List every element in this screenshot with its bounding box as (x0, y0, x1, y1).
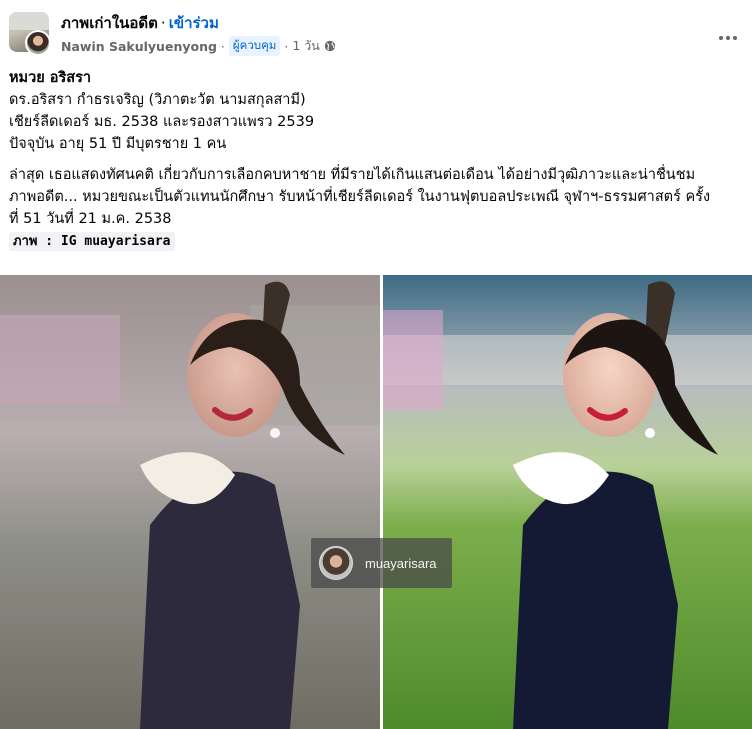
group-name-link[interactable]: ภาพเก่าในอดีต (61, 11, 158, 35)
post-text-line: ล่าสุด เธอแสดงทัศนคติ เกี่ยวกับการเลือกค… (9, 167, 696, 183)
post-text-line: ดร.อริสรา กำธรเจริญ (วิภาตะวัต นามสกุลสา… (9, 92, 306, 108)
instagram-watermark: muayarisara (311, 538, 452, 588)
post-header: ภาพเก่าในอดีต · เข้าร่วม Nawin Sakulyuen… (9, 12, 752, 56)
post-timestamp[interactable]: 1 วัน (292, 36, 320, 56)
feed-post: ภาพเก่าในอดีต · เข้าร่วม Nawin Sakulyuen… (0, 0, 752, 729)
post-meta: Nawin Sakulyuenyong · ผู้ควบคุม · 1 วัน (61, 36, 336, 56)
meta-separator-2: · (284, 38, 289, 54)
post-text-line: ที่ 51 วันที่ 21 ม.ค. 2538 (9, 211, 172, 227)
post-text: หมวย อริสรา ดร.อริสรา กำธรเจริญ (วิภาตะว… (9, 67, 749, 252)
post-photos[interactable]: muayarisara (0, 275, 752, 729)
avatar-stack[interactable] (9, 12, 51, 56)
author-avatar[interactable] (25, 30, 51, 56)
photo-before[interactable] (0, 275, 380, 729)
meta-separator: · (220, 38, 225, 54)
join-group-button[interactable]: เข้าร่วม (169, 11, 219, 35)
more-options-icon[interactable] (712, 26, 744, 50)
watermark-text: muayarisara (365, 555, 437, 571)
author-name-link[interactable]: Nawin Sakulyuenyong (61, 39, 217, 54)
title-separator: · (160, 14, 166, 32)
watermark-avatar (319, 546, 353, 580)
globe-icon (324, 40, 336, 52)
role-badge: ผู้ควบคุม (228, 36, 281, 56)
post-text-line: ภาพอดีต... หมวยขณะเป็นตัวแทนนักศึกษา รับ… (9, 189, 711, 205)
photo-after[interactable] (383, 275, 752, 729)
post-text-line: หมวย อริสรา (9, 70, 92, 86)
title-line: ภาพเก่าในอดีต · เข้าร่วม (61, 12, 219, 34)
photo-credit: ภาพ : IG muayarisara (9, 232, 175, 251)
post-text-line: เชียร์ลีดเดอร์ มธ. 2538 และรองสาวแพรว 25… (9, 114, 315, 130)
post-text-line: ปัจจุบัน อายุ 51 ปี มีบุตรชาย 1 คน (9, 136, 227, 152)
